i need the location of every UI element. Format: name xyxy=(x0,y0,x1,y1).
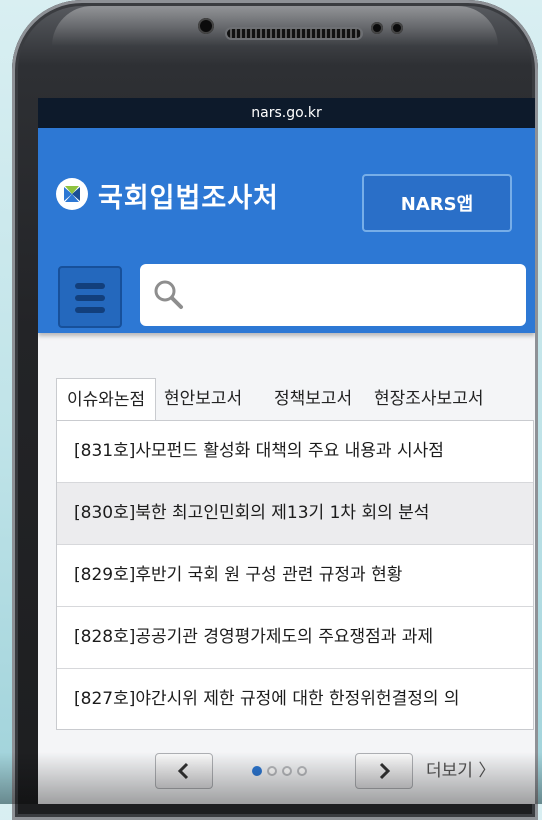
tab-field-reports[interactable]: 현장조사보고서 xyxy=(374,378,483,420)
next-page-button[interactable] xyxy=(355,753,413,789)
browser-url-bar[interactable]: nars.go.kr xyxy=(38,98,535,128)
list-item[interactable]: [830호]북한 최고인민회의 제13기 1차 회의 분석 xyxy=(57,483,533,545)
phone-glare xyxy=(52,6,498,46)
front-camera-icon xyxy=(198,18,214,34)
tab-issues[interactable]: 이슈와논점 xyxy=(56,378,157,420)
chevron-right-icon xyxy=(379,762,391,780)
list-item[interactable]: [831호]사모펀드 활성화 대책의 주요 내용과 시사점 xyxy=(57,421,533,483)
search-icon xyxy=(154,280,183,309)
earpiece-speaker xyxy=(227,29,361,38)
phone-screen: nars.go.kr 국회입법조사처 NARS앱 이슈와논점 현안보고서 정책보… xyxy=(38,98,535,804)
more-link[interactable]: 더보기 〉 xyxy=(426,756,495,781)
hamburger-menu-icon[interactable] xyxy=(58,266,122,328)
pager: 더보기 〉 xyxy=(38,753,535,797)
page-dot[interactable] xyxy=(267,766,277,776)
search-input[interactable] xyxy=(140,264,526,326)
nars-logo-icon[interactable] xyxy=(56,178,88,210)
page-dot-active[interactable] xyxy=(252,766,262,776)
nars-app-button[interactable]: NARS앱 xyxy=(362,174,512,232)
list-item[interactable]: [828호]공공기관 경영평가제도의 주요쟁점과 과제 xyxy=(57,607,533,669)
site-header: 국회입법조사처 NARS앱 xyxy=(38,128,535,333)
page-dot[interactable] xyxy=(297,766,307,776)
chevron-left-icon xyxy=(177,762,189,780)
tab-current-reports[interactable]: 현안보고서 xyxy=(164,378,242,420)
page-dot[interactable] xyxy=(282,766,292,776)
report-tabs: 이슈와논점 현안보고서 정책보고서 현장조사보고서 xyxy=(56,378,535,420)
site-title[interactable]: 국회입법조사처 xyxy=(98,176,279,215)
sensor-icon xyxy=(391,22,403,34)
tab-policy-reports[interactable]: 정책보고서 xyxy=(274,378,352,420)
list-item[interactable]: [829호]후반기 국회 원 구성 관련 규정과 현황 xyxy=(57,545,533,607)
sensor-icon xyxy=(371,22,383,34)
article-list: [831호]사모펀드 활성화 대책의 주요 내용과 시사점 [830호]북한 최… xyxy=(56,420,534,730)
prev-page-button[interactable] xyxy=(155,753,213,789)
list-item[interactable]: [827호]야간시위 제한 규정에 대한 한정위헌결정의 의 xyxy=(57,669,533,731)
